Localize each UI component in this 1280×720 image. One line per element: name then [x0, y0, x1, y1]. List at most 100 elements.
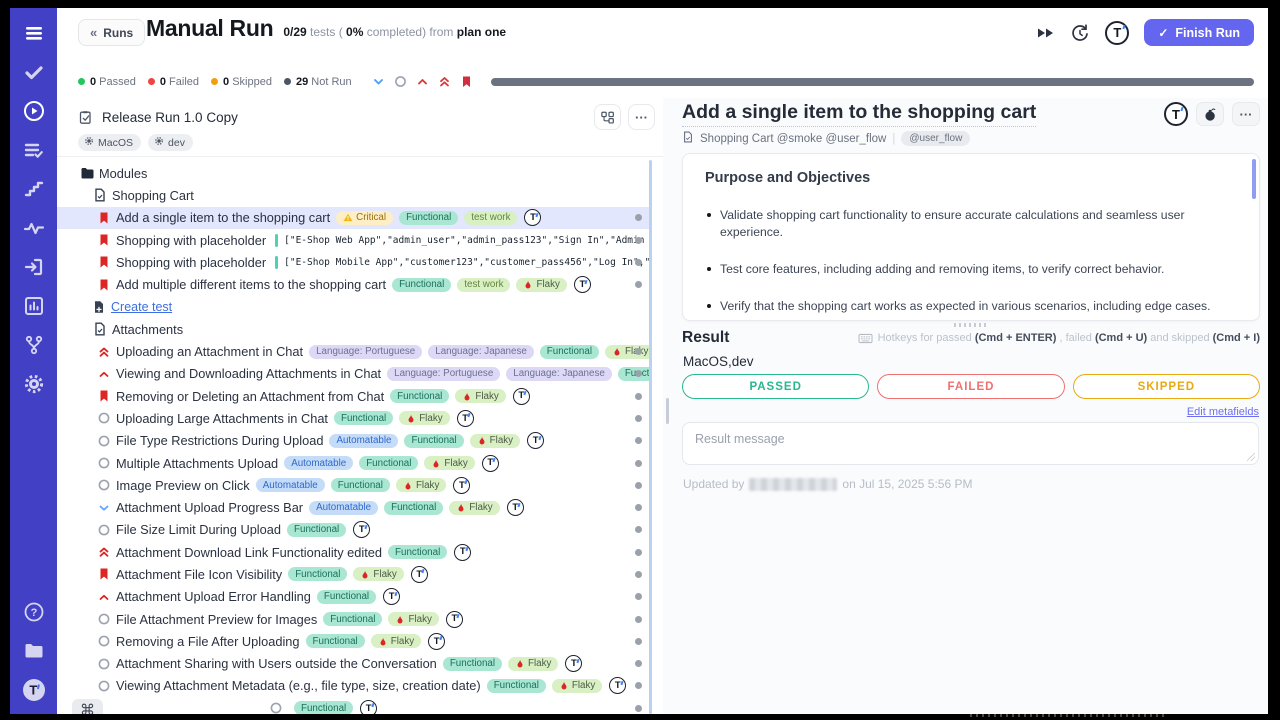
- test-row[interactable]: Uploading an Attachment in ChatLanguage:…: [57, 340, 649, 362]
- failed-button[interactable]: FAILED: [877, 374, 1064, 399]
- status-dot[interactable]: [635, 437, 642, 444]
- import-icon[interactable]: [22, 255, 46, 279]
- result-message-input[interactable]: [682, 422, 1259, 465]
- steps-icon[interactable]: [22, 177, 46, 201]
- status-dot[interactable]: [635, 393, 642, 400]
- suite-row[interactable]: Attachments: [57, 318, 649, 340]
- test-row[interactable]: FunctionalT: [57, 697, 649, 714]
- test-row[interactable]: Removing a File After UploadingFunctiona…: [57, 630, 649, 652]
- settings-icon[interactable]: [22, 372, 46, 396]
- flame-icon: [403, 481, 413, 490]
- status-passed[interactable]: 0 Passed: [78, 76, 136, 88]
- skipped-button[interactable]: SKIPPED: [1073, 374, 1260, 399]
- test-row[interactable]: Attachment Upload Progress BarAutomatabl…: [57, 496, 649, 518]
- test-row[interactable]: Viewing and Downloading Attachments in C…: [57, 363, 649, 385]
- status-dot[interactable]: [635, 214, 642, 221]
- menu-icon[interactable]: [22, 21, 46, 45]
- tree-view-button[interactable]: [594, 104, 621, 130]
- status-dot[interactable]: [635, 237, 642, 244]
- tree-scrollbar[interactable]: [649, 160, 653, 714]
- test-tag-pill[interactable]: @user_flow: [901, 131, 970, 146]
- run-tag[interactable]: dev: [148, 134, 193, 151]
- test-row[interactable]: Multiple Attachments UploadAutomatableFu…: [57, 452, 649, 474]
- back-to-runs-button[interactable]: « Runs: [78, 19, 145, 46]
- status-dot[interactable]: [635, 593, 642, 600]
- flame-icon: [456, 503, 466, 512]
- analytics-icon[interactable]: [22, 294, 46, 318]
- bookmark-filter-icon[interactable]: [460, 75, 473, 88]
- priority-high-filter-icon[interactable]: [416, 75, 429, 88]
- help-icon[interactable]: ?: [22, 600, 46, 624]
- test-row[interactable]: Shopping with placeholder["E-Shop Mobile…: [57, 251, 649, 273]
- test-row[interactable]: Attachment Upload Error HandlingFunction…: [57, 586, 649, 608]
- test-row[interactable]: Add multiple different items to the shop…: [57, 273, 649, 295]
- test-row[interactable]: File Type Restrictions During UploadAuto…: [57, 430, 649, 452]
- fast-forward-icon[interactable]: [1035, 23, 1055, 43]
- status-dot[interactable]: [635, 616, 642, 623]
- test-title[interactable]: Add a single item to the shopping cart: [682, 101, 1036, 127]
- panel-resizer[interactable]: [663, 98, 672, 714]
- module-folder-row[interactable]: Modules: [57, 162, 649, 184]
- projects-icon[interactable]: [22, 639, 46, 663]
- test-name: Uploading an Attachment in Chat: [116, 344, 303, 359]
- suite-row[interactable]: Shopping Cart: [57, 184, 649, 206]
- detail-more-button[interactable]: ···: [1232, 102, 1260, 126]
- bomb-timer-button[interactable]: [1196, 102, 1224, 126]
- test-row[interactable]: Removing or Deleting an Attachment from …: [57, 385, 649, 407]
- status-dot[interactable]: [635, 549, 642, 556]
- card-resize-grip[interactable]: [954, 323, 988, 327]
- status-failed[interactable]: 0 Failed: [148, 76, 199, 88]
- status-dot[interactable]: [635, 348, 642, 355]
- branches-icon[interactable]: [22, 333, 46, 357]
- logo-icon[interactable]: T: [22, 678, 46, 702]
- status-notrun[interactable]: 29 Not Run: [284, 76, 352, 88]
- tests-icon[interactable]: [22, 60, 46, 84]
- pulse-icon[interactable]: [22, 216, 46, 240]
- testomat-logo-icon[interactable]: T: [1105, 21, 1129, 45]
- status-dot[interactable]: [635, 526, 642, 533]
- status-dot[interactable]: [635, 281, 642, 288]
- test-row[interactable]: Attachment Sharing with Users outside th…: [57, 653, 649, 675]
- status-dot[interactable]: [635, 682, 642, 689]
- status-dot[interactable]: [635, 482, 642, 489]
- test-row[interactable]: File Attachment Preview for ImagesFuncti…: [57, 608, 649, 630]
- description-scrollbar[interactable]: [1252, 159, 1256, 199]
- status-dot[interactable]: [635, 571, 642, 578]
- edit-metafields-link[interactable]: Edit metafields: [1187, 406, 1259, 418]
- status-dot[interactable]: [635, 415, 642, 422]
- circle-icon: [97, 634, 111, 648]
- status-dot[interactable]: [635, 638, 642, 645]
- chevron-down-icon[interactable]: [372, 75, 385, 88]
- status-dot[interactable]: [635, 504, 642, 511]
- rerun-timer-icon[interactable]: [1070, 23, 1090, 43]
- runs-icon[interactable]: [22, 99, 46, 123]
- test-row[interactable]: File Size Limit During UploadFunctionalT: [57, 519, 649, 541]
- test-name: Uploading Large Attachments in Chat: [116, 411, 328, 426]
- passed-button[interactable]: PASSED: [682, 374, 869, 399]
- testomat-icon[interactable]: T: [1164, 102, 1188, 126]
- create-test-link[interactable]: Create test: [111, 300, 172, 314]
- flame-icon: [360, 570, 370, 579]
- test-name: Attachment Download Link Functionality e…: [116, 545, 382, 560]
- test-row[interactable]: Viewing Attachment Metadata (e.g., file …: [57, 675, 649, 697]
- test-path[interactable]: Shopping Cart @smoke @user_flow: [700, 133, 886, 145]
- status-skipped[interactable]: 0 Skipped: [211, 76, 272, 88]
- priority-highest-filter-icon[interactable]: [438, 75, 451, 88]
- status-dot[interactable]: [635, 660, 642, 667]
- test-row[interactable]: Image Preview on ClickAutomatableFunctio…: [57, 474, 649, 496]
- test-row[interactable]: Attachment Download Link Functionality e…: [57, 541, 649, 563]
- run-tag[interactable]: MacOS: [78, 134, 141, 151]
- status-dot[interactable]: [635, 460, 642, 467]
- create-test-row[interactable]: Create test: [57, 296, 649, 318]
- test-row[interactable]: Add a single item to the shopping cartCr…: [57, 207, 649, 229]
- test-row[interactable]: Attachment File Icon VisibilityFunctiona…: [57, 563, 649, 585]
- plans-icon[interactable]: [22, 138, 46, 162]
- status-dot[interactable]: [635, 259, 642, 266]
- circle-filter-icon[interactable]: [394, 75, 407, 88]
- plan-link[interactable]: plan one: [457, 25, 506, 39]
- test-row[interactable]: Shopping with placeholder["E-Shop Web Ap…: [57, 229, 649, 251]
- test-row[interactable]: Uploading Large Attachments in ChatFunct…: [57, 407, 649, 429]
- run-more-button[interactable]: ···: [628, 104, 655, 130]
- status-dot[interactable]: [635, 705, 642, 712]
- finish-run-button[interactable]: ✓Finish Run: [1144, 19, 1254, 46]
